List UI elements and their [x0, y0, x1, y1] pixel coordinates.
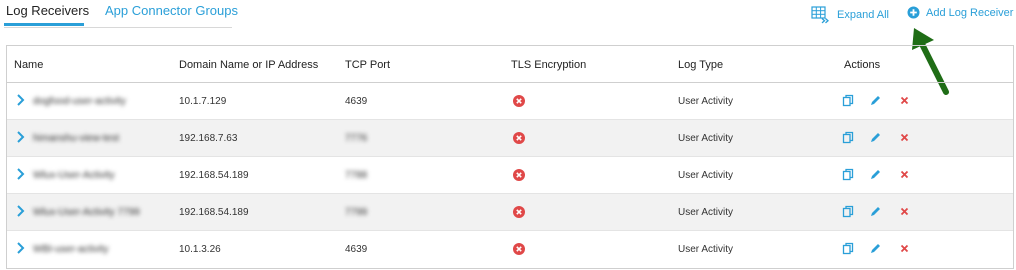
receiver-port: 7788 — [345, 170, 368, 181]
copy-icon[interactable] — [842, 242, 855, 255]
chevron-right-icon[interactable] — [16, 131, 25, 143]
add-log-receiver-button[interactable]: Add Log Receiver — [907, 6, 1013, 19]
plus-circle-icon — [907, 6, 920, 19]
chevron-right-icon[interactable] — [16, 242, 25, 254]
receiver-domain: 192.168.7.63 — [179, 133, 238, 144]
expand-all-button[interactable]: Expand All — [811, 6, 889, 24]
tls-disabled-icon — [513, 132, 525, 144]
receiver-port: 4639 — [345, 244, 368, 255]
receiver-log-type: User Activity — [678, 207, 734, 218]
delete-x-icon[interactable] — [898, 131, 911, 144]
table-row: Wlux-User-Activity 7799 192.168.54.189 7… — [7, 194, 1013, 231]
delete-x-icon[interactable] — [898, 168, 911, 181]
header-tcp-port[interactable]: TCP Port — [345, 59, 390, 71]
receiver-name[interactable]: himanshu-view-test — [33, 133, 119, 144]
receiver-log-type: User Activity — [678, 96, 734, 107]
receiver-port: 4639 — [345, 96, 368, 107]
table-row: WBI-user-activity 10.1.3.26 4639 User Ac… — [7, 231, 1013, 268]
receiver-domain: 10.1.7.129 — [179, 96, 227, 107]
table-row: Wlux-User-Activity 192.168.54.189 7788 U… — [7, 157, 1013, 194]
receiver-log-type: User Activity — [678, 170, 734, 181]
edit-pencil-icon[interactable] — [869, 242, 882, 255]
edit-pencil-icon[interactable] — [869, 205, 882, 218]
delete-x-icon[interactable] — [898, 242, 911, 255]
tls-disabled-icon — [513, 243, 525, 255]
edit-pencil-icon[interactable] — [869, 94, 882, 107]
delete-x-icon[interactable] — [898, 205, 911, 218]
receiver-log-type: User Activity — [678, 244, 734, 255]
tls-disabled-icon — [513, 206, 525, 218]
chevron-right-icon[interactable] — [16, 94, 25, 106]
receiver-name[interactable]: dogfood-user-activity — [33, 96, 126, 107]
copy-icon[interactable] — [842, 94, 855, 107]
table-row: himanshu-view-test 192.168.7.63 7776 Use… — [7, 120, 1013, 157]
receiver-domain: 192.168.54.189 — [179, 170, 249, 181]
receiver-name[interactable]: Wlux-User-Activity — [33, 170, 115, 181]
expand-all-label: Expand All — [837, 9, 889, 21]
receiver-port: 7776 — [345, 133, 368, 144]
copy-icon[interactable] — [842, 131, 855, 144]
tls-disabled-icon — [513, 169, 525, 181]
active-tab-indicator — [4, 23, 84, 26]
copy-icon[interactable] — [842, 168, 855, 181]
header-tls-encryption[interactable]: TLS Encryption — [511, 59, 586, 71]
header-actions: Actions — [844, 59, 881, 71]
receiver-name[interactable]: WBI-user-activity — [33, 244, 109, 255]
tab-app-connector-groups[interactable]: App Connector Groups — [105, 3, 238, 19]
chevron-right-icon[interactable] — [16, 168, 25, 180]
receiver-port: 7799 — [345, 207, 368, 218]
receiver-domain: 10.1.3.26 — [179, 244, 221, 255]
table-row: dogfood-user-activity 10.1.7.129 4639 Us… — [7, 83, 1013, 120]
edit-pencil-icon[interactable] — [869, 168, 882, 181]
header-log-type[interactable]: Log Type — [678, 59, 723, 71]
tls-disabled-icon — [513, 95, 525, 107]
delete-x-icon[interactable] — [898, 94, 911, 107]
chevron-right-icon[interactable] — [16, 205, 25, 217]
edit-pencil-icon[interactable] — [869, 131, 882, 144]
receiver-domain: 192.168.54.189 — [179, 207, 249, 218]
receiver-log-type: User Activity — [678, 133, 734, 144]
tab-log-receivers[interactable]: Log Receivers — [6, 3, 89, 19]
grid-expand-icon — [811, 6, 829, 24]
copy-icon[interactable] — [842, 205, 855, 218]
receiver-name[interactable]: Wlux-User-Activity 7799 — [33, 207, 140, 218]
add-log-receiver-label: Add Log Receiver — [926, 6, 1014, 19]
table-header: Name Domain Name or IP Address TCP Port … — [7, 46, 1013, 83]
header-name[interactable]: Name — [14, 59, 43, 71]
tab-bar: Log Receivers App Connector Groups — [4, 0, 238, 28]
log-receivers-table: Name Domain Name or IP Address TCP Port … — [6, 45, 1014, 269]
header-domain[interactable]: Domain Name or IP Address — [179, 59, 318, 71]
